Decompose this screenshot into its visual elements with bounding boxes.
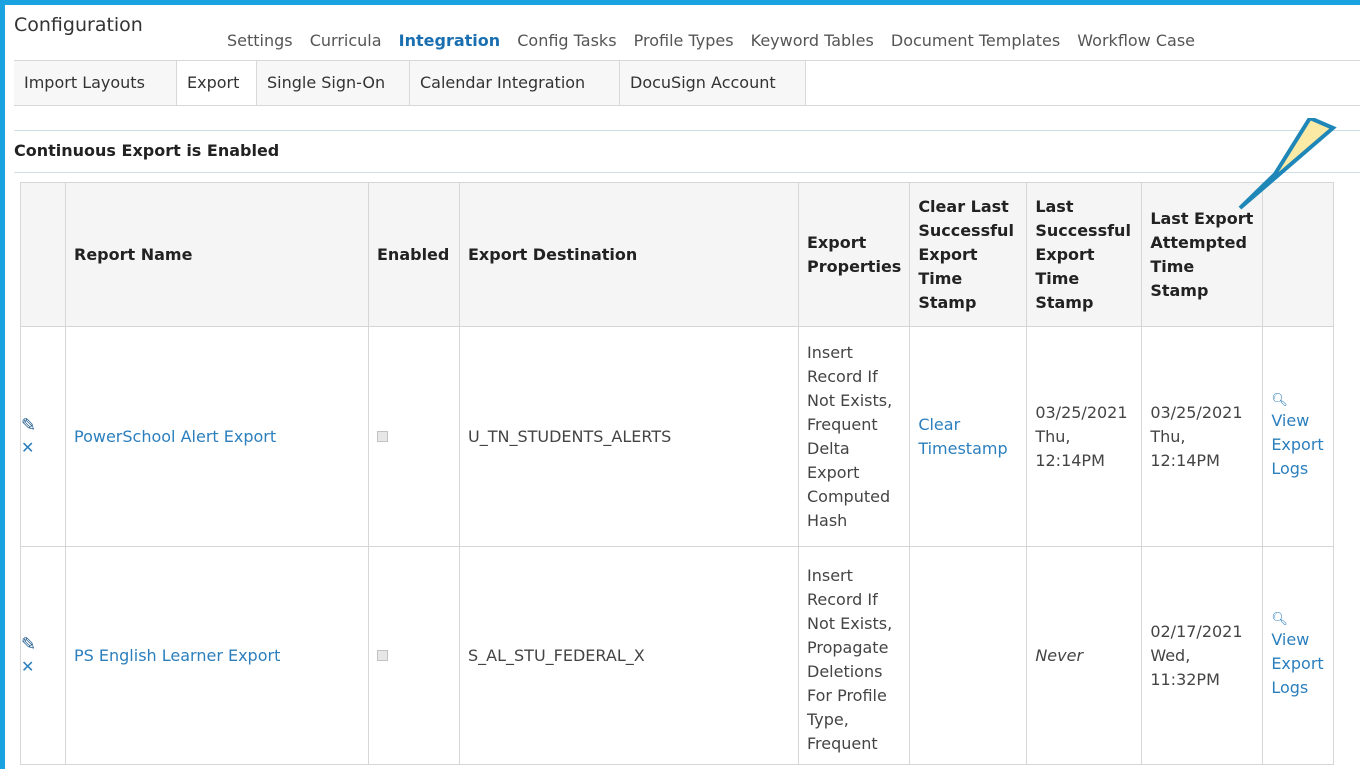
view-logs-cell: 🔍︎ View Export Logs — [1262, 326, 1335, 547]
enabled-checkbox[interactable] — [377, 430, 388, 442]
table-row: ✎ ✕ PowerSchool Alert Export U_TN_STUDEN… — [20, 326, 1335, 547]
last-successful-time: 03/25/2021 Thu, 12:14PM — [1026, 326, 1143, 547]
pencil-icon[interactable]: ✎ — [21, 634, 65, 656]
subtab-single-sign-on[interactable]: Single Sign-On — [257, 61, 410, 105]
header-enabled: Enabled — [368, 182, 460, 327]
close-icon[interactable]: ✕ — [21, 656, 65, 678]
report-name-link[interactable]: PowerSchool Alert Export — [65, 326, 369, 547]
header-report-name: Report Name — [65, 182, 369, 327]
header-export-destination: Export Destination — [459, 182, 799, 327]
enabled-checkbox[interactable] — [377, 649, 388, 661]
tab-config-tasks[interactable]: Config Tasks — [517, 31, 616, 50]
subtab-import-layouts[interactable]: Import Layouts — [14, 61, 177, 105]
export-properties: Insert Record If Not Exists, Frequent De… — [797, 326, 911, 547]
close-icon[interactable]: ✕ — [21, 437, 65, 459]
tab-document-templates[interactable]: Document Templates — [891, 31, 1060, 50]
tab-curricula[interactable]: Curricula — [310, 31, 382, 50]
header-clear-timestamp: Clear Last Successful Export Time Stamp — [909, 182, 1028, 327]
callout-pointer — [1238, 118, 1337, 210]
last-successful-time: Never — [1026, 546, 1143, 765]
row-actions: ✎ ✕ — [20, 326, 66, 547]
last-attempted-time: 02/17/2021 Wed, 11:32PM — [1141, 546, 1264, 765]
last-attempted-time: 03/25/2021 Thu, 12:14PM — [1141, 326, 1264, 547]
page-title: Configuration — [14, 14, 143, 36]
magnifier-icon[interactable]: 🔍︎ — [1271, 393, 1325, 409]
report-name-link[interactable]: PS English Learner Export — [65, 546, 369, 765]
table-row: ✎ ✕ PS English Learner Export S_AL_STU_F… — [20, 546, 1335, 765]
header-export-properties: Export Properties — [797, 182, 911, 327]
enabled-cell — [368, 326, 460, 547]
clear-timestamp-link[interactable] — [909, 546, 1028, 765]
export-table: Report Name Enabled Export Destination E… — [20, 182, 1335, 765]
tab-workflow-case[interactable]: Workflow Case — [1077, 31, 1195, 50]
subtab-docusign-account[interactable]: DocuSign Account — [620, 61, 806, 105]
clear-timestamp-link[interactable]: Clear Timestamp — [909, 326, 1028, 547]
export-destination: U_TN_STUDENTS_ALERTS — [459, 326, 799, 547]
view-export-logs-link[interactable]: View Export Logs — [1271, 411, 1323, 478]
view-logs-cell: 🔍︎ View Export Logs — [1262, 546, 1335, 765]
magnifier-icon[interactable]: 🔍︎ — [1271, 612, 1325, 628]
section-title: Continuous Export is Enabled — [14, 141, 280, 160]
export-properties: Insert Record If Not Exists, Propagate D… — [797, 546, 911, 765]
sub-tab-bar: Import Layouts Export Single Sign-On Cal… — [14, 60, 1360, 106]
tab-keyword-tables[interactable]: Keyword Tables — [751, 31, 874, 50]
tab-profile-types[interactable]: Profile Types — [634, 31, 734, 50]
top-tab-bar: Settings Curricula Integration Config Ta… — [227, 31, 1207, 50]
row-actions: ✎ ✕ — [20, 546, 66, 765]
header-actions — [20, 182, 66, 327]
subtab-calendar-integration[interactable]: Calendar Integration — [410, 61, 620, 105]
tab-integration[interactable]: Integration — [399, 31, 501, 50]
enabled-cell — [368, 546, 460, 765]
export-destination: S_AL_STU_FEDERAL_X — [459, 546, 799, 765]
tab-settings[interactable]: Settings — [227, 31, 293, 50]
subtab-export[interactable]: Export — [177, 61, 257, 105]
view-export-logs-link[interactable]: View Export Logs — [1271, 630, 1323, 697]
pencil-icon[interactable]: ✎ — [21, 415, 65, 437]
